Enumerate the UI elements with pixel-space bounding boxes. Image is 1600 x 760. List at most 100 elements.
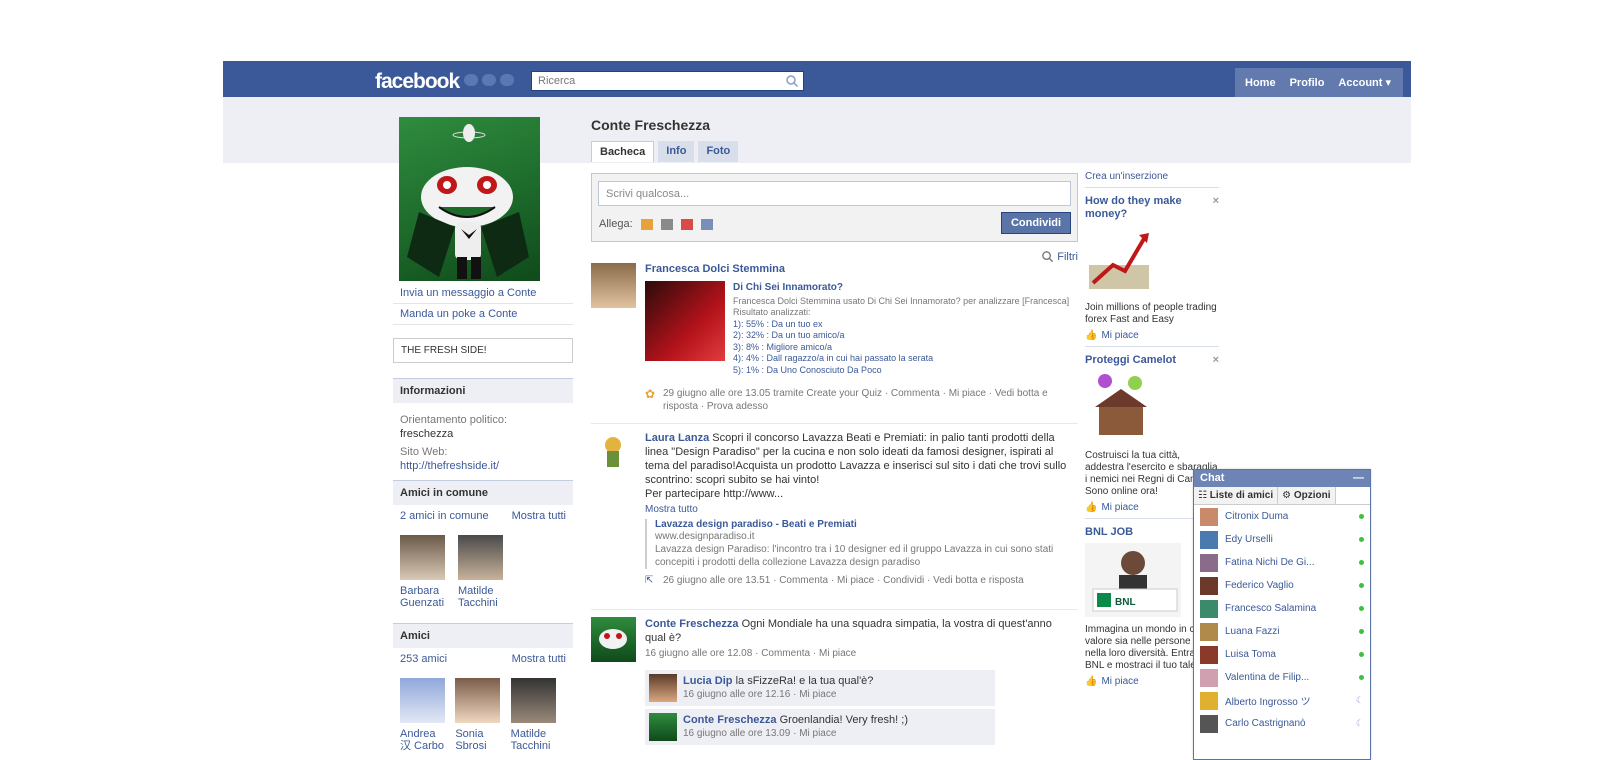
mutual-friend[interactable]: Matilde Tacchini <box>458 535 506 609</box>
avatar[interactable] <box>591 263 636 308</box>
friend-lists-tab[interactable]: ☷ Liste di amici <box>1194 487 1279 504</box>
chat-panel: Chat — ☷ Liste di amici ⚙ Opzioni Citron… <box>1193 469 1371 760</box>
create-ad-link[interactable]: Crea un'inserzione <box>1085 171 1219 182</box>
chat-contact[interactable]: Luisa Toma <box>1194 643 1370 666</box>
quiz-result[interactable]: 4): 4% : Dall ragazzo/a in cui hai passa… <box>733 353 1073 365</box>
friend-name[interactable]: Barbara Guenzati <box>400 585 448 609</box>
avatar[interactable] <box>649 674 677 702</box>
video-icon[interactable] <box>660 218 673 230</box>
photo-icon[interactable] <box>640 218 653 230</box>
quiz-image[interactable] <box>645 281 725 361</box>
quiz-result[interactable]: 1): 55% : Da un tuo ex <box>733 319 1073 331</box>
story-author[interactable]: Conte Freschezza <box>645 618 739 630</box>
svg-text:BNL: BNL <box>1115 597 1136 608</box>
event-icon[interactable] <box>680 218 693 230</box>
share-button[interactable]: Condividi <box>1001 212 1071 234</box>
avatar[interactable] <box>400 678 445 723</box>
online-status-icon <box>1359 537 1364 542</box>
comment-meta[interactable]: 16 giugno alle ore 12.16 · Mi piace <box>683 688 873 701</box>
story-author[interactable]: Francesca Dolci Stemmina <box>645 263 1075 275</box>
friend-requests-icon[interactable] <box>464 74 478 86</box>
avatar[interactable] <box>458 535 503 580</box>
comment-author[interactable]: Conte Freschezza <box>683 714 777 726</box>
avatar[interactable] <box>591 431 636 476</box>
friend[interactable]: Matilde Tacchini <box>510 678 556 752</box>
mutual-count-link[interactable]: 2 amici in comune <box>400 510 489 522</box>
story-meta[interactable]: 29 giugno alle ore 13.05 tramite Create … <box>645 387 1075 413</box>
friend[interactable]: Sonia Sbrosi <box>455 678 501 752</box>
chat-contact[interactable]: Luana Fazzi <box>1194 620 1370 643</box>
search-input[interactable]: Ricerca <box>531 71 804 91</box>
chat-header[interactable]: Chat — <box>1194 470 1370 487</box>
chat-contact[interactable]: Alberto Ingrosso ツ ☾ <box>1194 689 1370 712</box>
chat-contact[interactable]: Federico Vaglio <box>1194 574 1370 597</box>
comment-meta[interactable]: 16 giugno alle ore 13.09 · Mi piace <box>683 727 908 740</box>
mutual-friend[interactable]: Barbara Guenzati <box>400 535 448 609</box>
quiz-result[interactable]: 5): 1% : Da Uno Conosciuto Da Poco <box>733 365 1073 377</box>
friends-count-link[interactable]: 253 amici <box>400 653 447 665</box>
poke-link[interactable]: Manda un poke a Conte <box>393 304 573 325</box>
tab-photos[interactable]: Foto <box>698 141 739 162</box>
facebook-logo[interactable]: facebook <box>375 70 460 94</box>
avatar[interactable] <box>649 713 677 741</box>
link-icon[interactable] <box>700 218 713 230</box>
nav-home[interactable]: Home <box>1245 77 1276 89</box>
avatar[interactable] <box>510 678 556 723</box>
nav-profile[interactable]: Profilo <box>1290 77 1325 89</box>
story-message-2[interactable]: Per partecipare http://www... <box>645 487 1075 501</box>
comment-author[interactable]: Lucia Dip <box>683 675 733 687</box>
avatar <box>1200 599 1218 618</box>
nav-account[interactable]: Account ▾ <box>1338 76 1391 89</box>
story-meta-text[interactable]: 26 giugno alle ore 13.51 · Commenta · Mi… <box>663 575 1024 586</box>
quiz-title[interactable]: Di Chi Sei Innamorato? <box>733 282 1073 294</box>
avatar[interactable] <box>591 617 636 662</box>
send-message-link[interactable]: Invia un messaggio a Conte <box>393 283 573 304</box>
story-author[interactable]: Laura Lanza <box>645 432 709 444</box>
avatar <box>1200 507 1218 526</box>
chat-contact[interactable]: Francesco Salamina <box>1194 597 1370 620</box>
story-meta[interactable]: 16 giugno alle ore 12.08 · Commenta · Mi… <box>645 647 1075 660</box>
ad-image[interactable] <box>1085 371 1155 443</box>
close-icon[interactable]: × <box>1213 195 1219 207</box>
friend-name[interactable]: Matilde Tacchini <box>511 728 556 752</box>
info-section: Informazioni Orientamento politico: fres… <box>393 378 573 477</box>
quiz-result[interactable]: 3): 8% : Migliore amico/a <box>733 342 1073 354</box>
ad-title[interactable]: How do they make money? <box>1085 195 1219 221</box>
ad-item[interactable]: × How do they make money? Join millions … <box>1085 195 1219 341</box>
mutual-show-all[interactable]: Mostra tutti <box>512 510 566 522</box>
chat-contact[interactable]: Fatina Nichi De Gi... <box>1194 551 1370 574</box>
status-input[interactable]: Scrivi qualcosa... <box>598 181 1071 206</box>
messages-icon[interactable] <box>482 74 496 86</box>
chat-contact[interactable]: Citronix Duma <box>1194 505 1370 528</box>
link-title[interactable]: Lavazza design paradiso - Beati e Premia… <box>655 519 1075 530</box>
ad-like[interactable]: 👍 Mi piace <box>1085 330 1219 341</box>
ad-image[interactable]: BNL <box>1085 543 1181 617</box>
search-icon[interactable] <box>785 74 799 88</box>
close-icon[interactable]: × <box>1213 354 1219 366</box>
website-link[interactable]: http://thefreshside.it/ <box>400 459 566 473</box>
notifications-icon[interactable] <box>500 74 514 86</box>
link-attachment: Lavazza design paradiso - Beati e Premia… <box>645 519 1075 569</box>
profile-picture[interactable] <box>399 117 540 281</box>
chat-contact[interactable]: Valentina de Filip... <box>1194 666 1370 689</box>
avatar <box>1200 668 1218 687</box>
tab-info[interactable]: Info <box>658 141 695 162</box>
quiz-result[interactable]: 2): 32% : Da un tuo amico/a <box>733 330 1073 342</box>
minimize-icon[interactable]: — <box>1353 472 1364 485</box>
filters-link[interactable]: Filtri <box>1041 250 1078 263</box>
friend[interactable]: Andrea 汉 Carbo <box>400 678 445 752</box>
avatar[interactable] <box>400 535 445 580</box>
tab-wall[interactable]: Bacheca <box>591 141 655 162</box>
ad-image[interactable] <box>1085 225 1155 295</box>
options-tab[interactable]: ⚙ Opzioni <box>1278 487 1336 504</box>
ad-title[interactable]: Proteggi Camelot <box>1085 354 1219 367</box>
friend-name[interactable]: Sonia Sbrosi <box>455 728 500 752</box>
chat-contact[interactable]: Edy Urselli <box>1194 528 1370 551</box>
chat-contact[interactable]: Carlo Castrignanò ☾ <box>1194 712 1370 735</box>
show-more-link[interactable]: Mostra tutto <box>645 504 1075 515</box>
friend-name[interactable]: Matilde Tacchini <box>458 585 506 609</box>
friend-name[interactable]: Andrea 汉 Carbo <box>400 728 445 752</box>
friends-show-all[interactable]: Mostra tutti <box>512 653 566 665</box>
political-value: freschezza <box>400 428 454 440</box>
avatar[interactable] <box>455 678 501 723</box>
